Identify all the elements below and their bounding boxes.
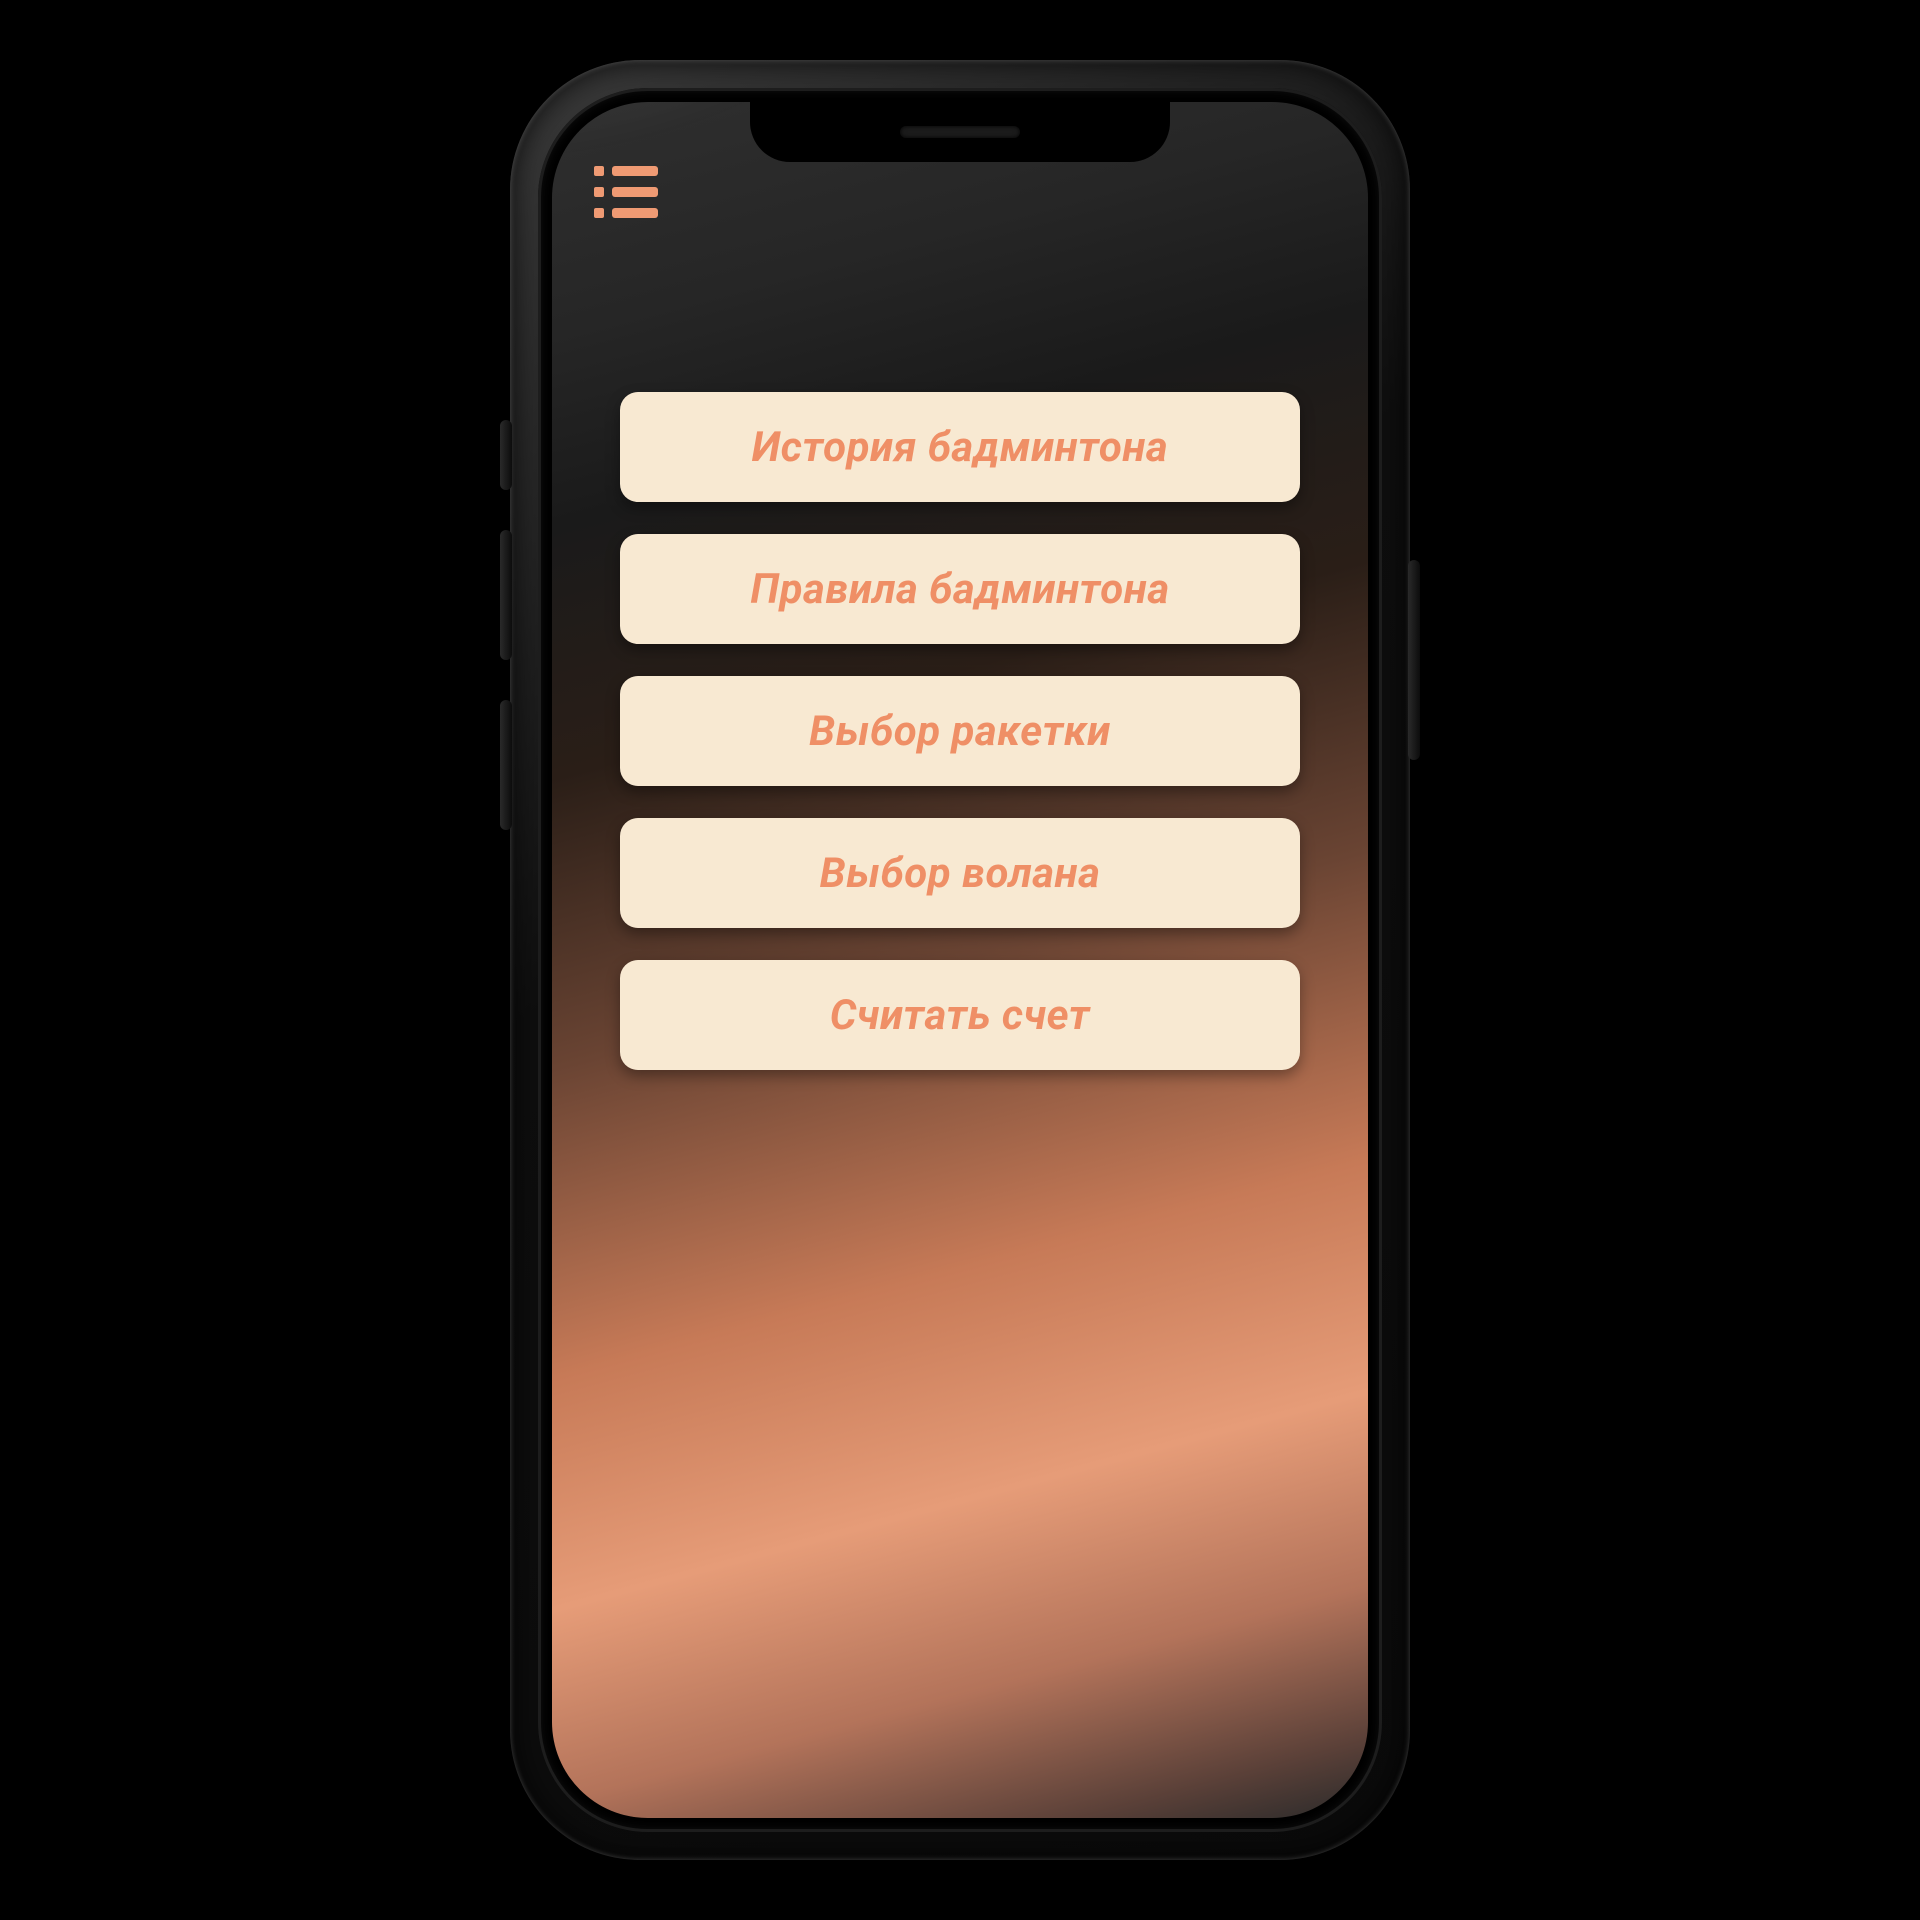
phone-bezel: История бадминтона Правила бадминтона Вы…	[538, 88, 1382, 1832]
menu-item-shuttle-choice[interactable]: Выбор волана	[620, 818, 1300, 928]
phone-notch	[750, 102, 1170, 162]
menu-item-racket-choice[interactable]: Выбор ракетки	[620, 676, 1300, 786]
menu-icon-dot	[594, 208, 604, 218]
phone-power-button	[1408, 560, 1420, 760]
menu-item-score-counter[interactable]: Считать счет	[620, 960, 1300, 1070]
menu-item-rules[interactable]: Правила бадминтона	[620, 534, 1300, 644]
menu-item-label: Выбор волана	[820, 849, 1101, 898]
menu-item-label: История бадминтона	[752, 423, 1168, 472]
app-screen: История бадминтона Правила бадминтона Вы…	[552, 102, 1368, 1818]
phone-volume-up	[500, 530, 512, 660]
phone-mute-switch	[500, 420, 512, 490]
menu-icon-dot	[594, 166, 604, 176]
menu-icon-row	[594, 187, 658, 197]
list-menu-icon[interactable]	[594, 166, 658, 218]
menu-icon-bar	[612, 166, 658, 176]
menu-item-history[interactable]: История бадминтона	[620, 392, 1300, 502]
menu-item-label: Считать счет	[830, 991, 1090, 1040]
phone-speaker	[900, 126, 1020, 138]
menu-icon-bar	[612, 208, 658, 218]
menu-icon-row	[594, 166, 658, 176]
main-menu: История бадминтона Правила бадминтона Вы…	[620, 392, 1300, 1070]
menu-item-label: Выбор ракетки	[809, 707, 1111, 756]
menu-icon-row	[594, 208, 658, 218]
menu-item-label: Правила бадминтона	[750, 565, 1169, 614]
app-header	[594, 166, 658, 218]
menu-icon-dot	[594, 187, 604, 197]
stage: История бадминтона Правила бадминтона Вы…	[0, 0, 1920, 1920]
phone-volume-down	[500, 700, 512, 830]
menu-icon-bar	[612, 187, 658, 197]
phone-frame: История бадминтона Правила бадминтона Вы…	[510, 60, 1410, 1860]
